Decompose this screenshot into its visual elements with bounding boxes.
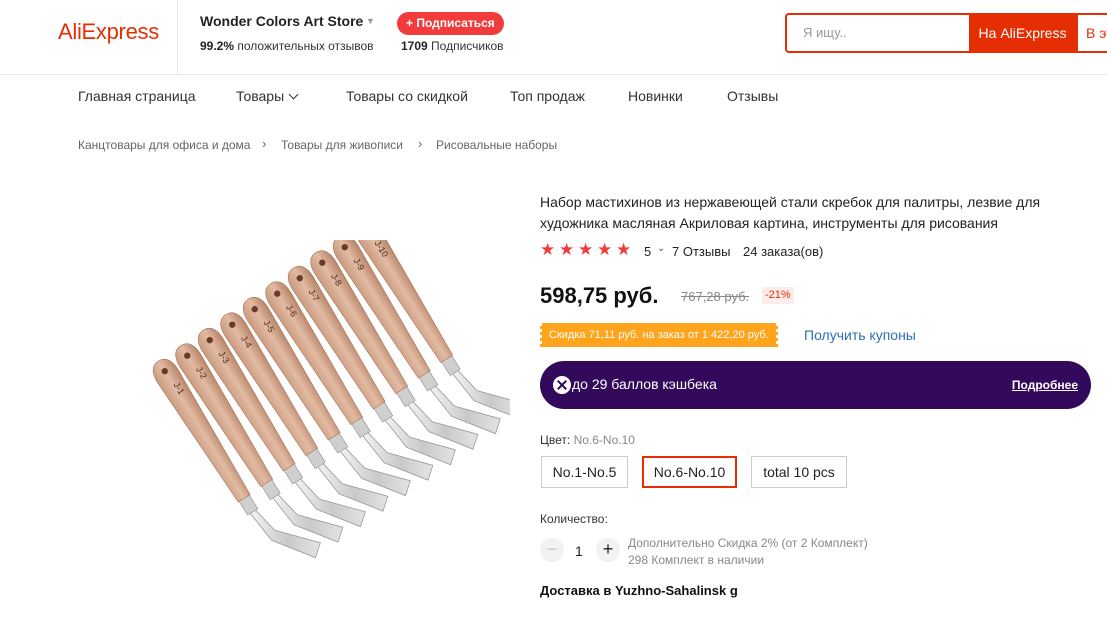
product-title: Набор мастихинов из нержавеющей стали ск… [540, 194, 1041, 231]
star-icon: ★ [597, 240, 613, 259]
quantity-value[interactable]: 1 [575, 543, 583, 559]
star-icon: ★ [578, 240, 594, 259]
rating-value[interactable]: 5 [644, 244, 651, 259]
color-label: Цвет: No.6-No.10 [540, 433, 635, 447]
star-icon: ★ [559, 240, 575, 259]
color-option[interactable]: No.1-No.5 [541, 456, 628, 488]
color-option[interactable]: total 10 pcs [751, 456, 847, 488]
quantity-label: Количество: [540, 512, 608, 526]
coupon-chip: Скидка 71,11 руб. на заказ от 1 422,20 р… [539, 323, 779, 347]
star-icon: ★ [540, 240, 556, 259]
cashback-icon [553, 376, 571, 394]
breadcrumb-item[interactable]: Рисовальные наборы [436, 138, 557, 152]
nav-products[interactable]: Товары [236, 88, 299, 104]
delivery-info[interactable]: Доставка в Yuzhno-Sahalinsk g [540, 583, 738, 598]
star-icon: ★ [616, 240, 632, 259]
color-option-selected[interactable]: No.6-No.10 [642, 456, 737, 488]
breadcrumb-item[interactable]: Товары для живописи [281, 138, 403, 152]
header: AliExpress Wonder Colors Art Store ▼ + П… [0, 0, 1107, 75]
aliexpress-logo[interactable]: AliExpress [58, 19, 159, 45]
nav-products-label: Товары [236, 88, 285, 104]
color-selected-value: No.6-No.10 [573, 433, 635, 447]
current-price: 598,75 руб. [540, 283, 659, 308]
store-positive-reviews: 99.2% положительных отзывов [200, 39, 374, 53]
nav-new-arrivals[interactable]: Новинки [628, 88, 683, 104]
color-label-text: Цвет: [540, 433, 571, 447]
cashback-banner[interactable]: до 29 баллов кэшбека Подробнее [540, 361, 1091, 409]
quantity-discount-info: Дополнительно Скидка 2% (от 2 Комплект) [628, 536, 868, 550]
positive-reviews-value: 99.2% [200, 39, 235, 53]
chevron-right-icon: › [262, 136, 267, 151]
cashback-details-link[interactable]: Подробнее [1012, 378, 1078, 392]
nav-top-sales[interactable]: Топ продаж [510, 88, 585, 104]
subscribers-label: Подписчиков [431, 39, 504, 53]
cashback-text: до 29 баллов кэшбека [572, 376, 717, 392]
product-image[interactable]: J-1J-2J-3J-4J-5J-6J-7J-8J-9J-10 [60, 240, 510, 580]
stock-info: 298 Комплект в наличии [628, 553, 765, 567]
discount-badge: -21% [762, 287, 794, 304]
breadcrumb-item[interactable]: Канцтовары для офиса и дома [78, 138, 250, 152]
search-store-button[interactable]: В этом магазине [1076, 13, 1107, 53]
nav-reviews[interactable]: Отзывы [727, 88, 778, 104]
store-subscribers: 1709 Подписчиков [401, 39, 504, 53]
store-caret-icon[interactable]: ▼ [366, 16, 375, 26]
quantity-increase-button[interactable]: + [596, 538, 620, 562]
chevron-down-icon[interactable]: ⌄ [657, 243, 665, 254]
search-input[interactable]: Я ищу.. [785, 13, 969, 53]
old-price: 767,28 руб. [681, 289, 750, 304]
nav-discount-products[interactable]: Товары со скидкой [346, 88, 468, 104]
search-aliexpress-button[interactable]: На AliExpress [969, 13, 1076, 53]
chevron-down-icon [288, 89, 299, 100]
subscribers-value: 1709 [401, 39, 428, 53]
nav-home[interactable]: Главная страница [78, 88, 196, 104]
store-name[interactable]: Wonder Colors Art Store [200, 13, 363, 29]
subscribe-button[interactable]: + Подписаться [397, 12, 504, 35]
header-divider [177, 0, 178, 75]
positive-reviews-label: положительных отзывов [237, 39, 374, 53]
get-coupons-link[interactable]: Получить купоны [804, 327, 916, 343]
orders-count: 24 заказа(ов) [743, 244, 824, 259]
chevron-right-icon: › [418, 136, 423, 151]
quantity-decrease-button[interactable]: − [540, 538, 564, 562]
reviews-link[interactable]: 7 Отзывы [672, 244, 730, 259]
